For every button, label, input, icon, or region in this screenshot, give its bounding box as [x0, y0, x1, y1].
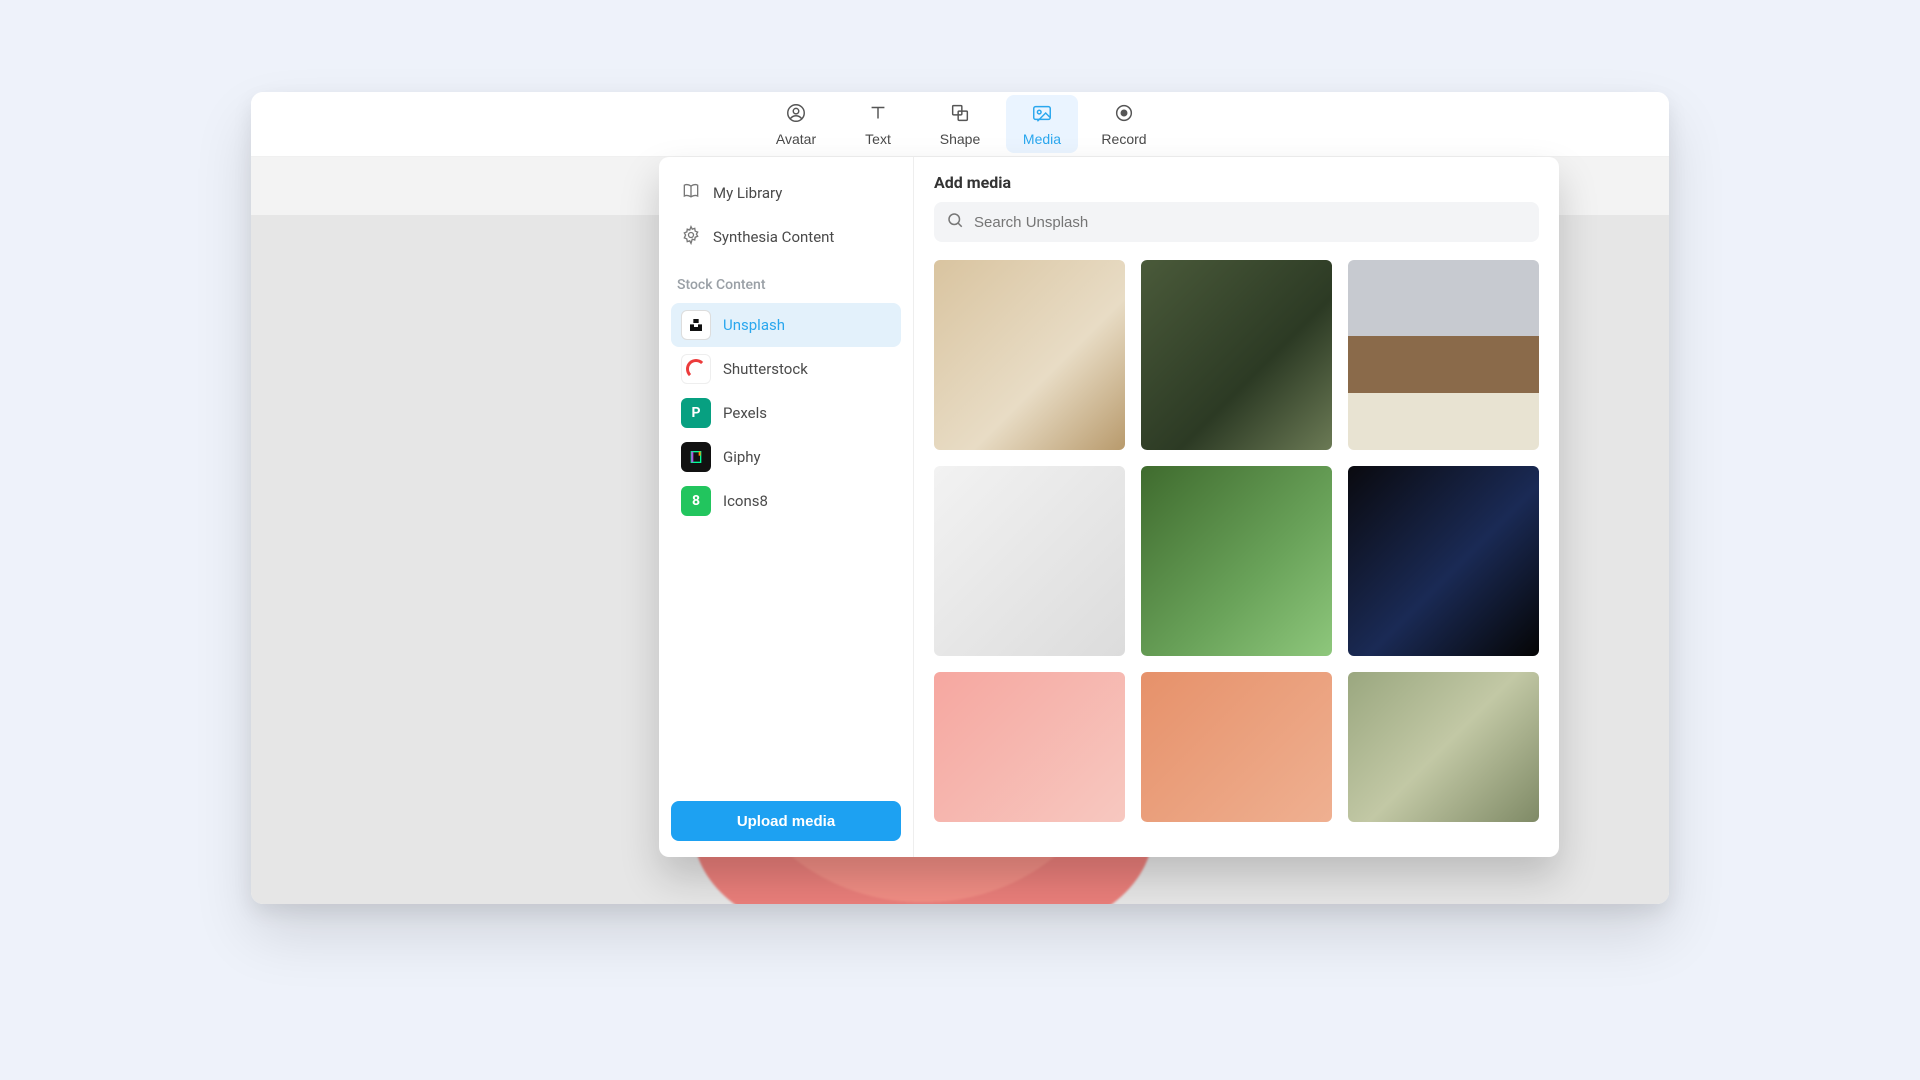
- text-tab-label: Text: [865, 131, 891, 147]
- source-shutterstock[interactable]: Shutterstock: [671, 347, 901, 391]
- icons8-icon: 8: [681, 486, 711, 516]
- avatar-tab-label: Avatar: [776, 131, 816, 147]
- search-bar[interactable]: [934, 202, 1539, 242]
- media-panel: My Library Synthesia Content Stock Conte…: [659, 157, 1559, 857]
- source-pexels[interactable]: P Pexels: [671, 391, 901, 435]
- avatar-tab[interactable]: Avatar: [760, 95, 832, 153]
- media-thumb[interactable]: [1348, 672, 1539, 822]
- media-tab-label: Media: [1023, 131, 1061, 147]
- media-grid: [934, 260, 1539, 822]
- avatar-icon: [785, 102, 807, 127]
- app-window: Avatar Text Shape Media Record: [251, 92, 1669, 904]
- upload-media-button[interactable]: Upload media: [671, 801, 901, 841]
- source-label: Unsplash: [723, 316, 785, 334]
- media-thumb[interactable]: [1141, 466, 1332, 656]
- shape-tab-label: Shape: [940, 131, 980, 147]
- source-label: Giphy: [723, 448, 761, 466]
- source-label: Pexels: [723, 404, 767, 422]
- shutterstock-icon: [681, 354, 711, 384]
- stock-content-label: Stock Content: [677, 277, 895, 293]
- sidebar-item-my-library[interactable]: My Library: [671, 171, 901, 215]
- media-thumb[interactable]: [1348, 466, 1539, 656]
- media-icon: [1031, 102, 1053, 127]
- search-icon: [946, 211, 964, 233]
- media-main: Add media: [914, 157, 1559, 857]
- media-thumb[interactable]: [934, 260, 1125, 450]
- media-thumb[interactable]: [1141, 672, 1332, 822]
- source-icons8[interactable]: 8 Icons8: [671, 479, 901, 523]
- pexels-icon: P: [681, 398, 711, 428]
- record-icon: [1113, 102, 1135, 127]
- media-thumb[interactable]: [1141, 260, 1332, 450]
- giphy-icon: [681, 442, 711, 472]
- record-tab-label: Record: [1101, 131, 1146, 147]
- sidebar-item-label: Synthesia Content: [713, 228, 834, 246]
- record-tab[interactable]: Record: [1088, 95, 1160, 153]
- media-thumb[interactable]: [934, 672, 1125, 822]
- sidebar-item-label: My Library: [713, 184, 782, 202]
- source-label: Shutterstock: [723, 360, 808, 378]
- source-unsplash[interactable]: Unsplash: [671, 303, 901, 347]
- media-thumb[interactable]: [934, 466, 1125, 656]
- top-toolbar: Avatar Text Shape Media Record: [251, 92, 1669, 157]
- unsplash-icon: [681, 310, 711, 340]
- text-tab[interactable]: Text: [842, 95, 914, 153]
- media-tab[interactable]: Media: [1006, 95, 1078, 153]
- search-input[interactable]: [974, 214, 1527, 231]
- shape-tab[interactable]: Shape: [924, 95, 996, 153]
- upload-media-label: Upload media: [737, 813, 835, 830]
- sidebar-item-synthesia-content[interactable]: Synthesia Content: [671, 215, 901, 259]
- source-label: Icons8: [723, 492, 768, 510]
- book-icon: [681, 181, 701, 205]
- text-icon: [867, 102, 889, 127]
- media-sidebar: My Library Synthesia Content Stock Conte…: [659, 157, 914, 857]
- source-giphy[interactable]: Giphy: [671, 435, 901, 479]
- shape-icon: [949, 102, 971, 127]
- gear-icon: [681, 225, 701, 249]
- media-thumb[interactable]: [1348, 260, 1539, 450]
- add-media-title: Add media: [934, 173, 1539, 192]
